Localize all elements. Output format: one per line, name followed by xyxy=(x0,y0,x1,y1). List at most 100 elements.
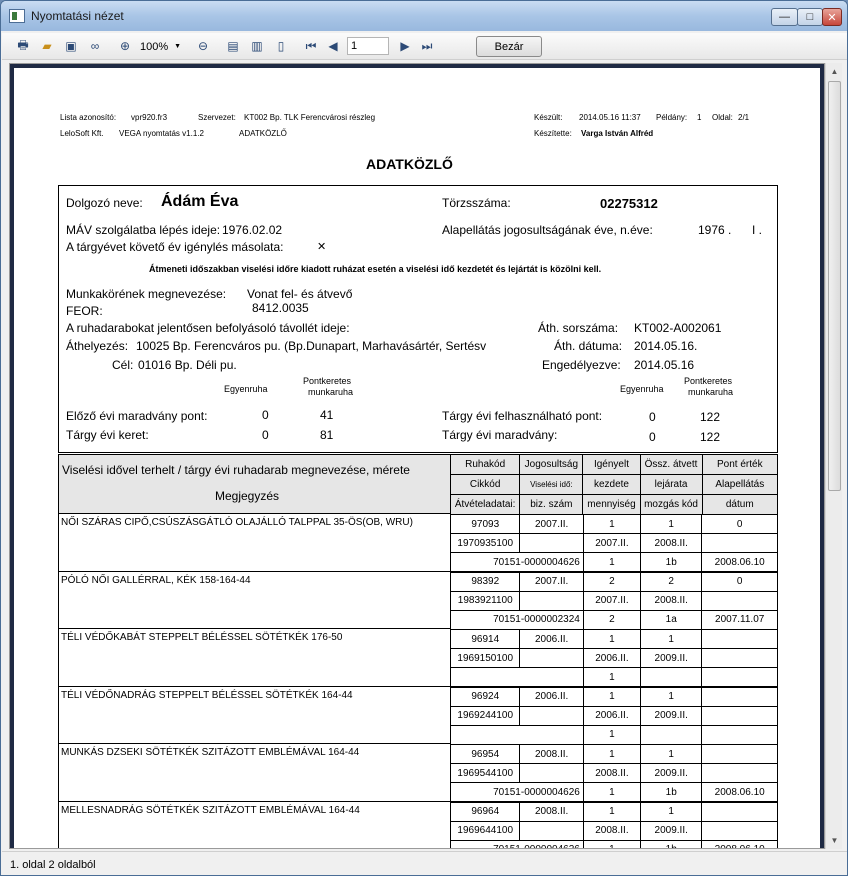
item-cell-pts xyxy=(701,801,778,822)
head-cell: kezdete xyxy=(582,474,641,495)
doc-cell xyxy=(450,667,584,687)
item-cell-code: 96924 xyxy=(449,686,521,707)
first-page-icon: ⏮ xyxy=(305,38,317,53)
item-cell-req: 2 xyxy=(582,571,642,592)
scroll-up-button[interactable]: ▲ xyxy=(826,63,843,80)
item-cell-right: 2008.II. xyxy=(519,801,584,822)
table-row: 70151-000000462611b2008.06.10 xyxy=(450,552,778,572)
target: 01016 Bp. Déli pu. xyxy=(138,358,237,372)
window-title: Nyomtatási nézet xyxy=(31,9,124,23)
item-name: MELLESNADRÁG SÖTÉTKÉK SZITÁZOTT EMBLÉMÁV… xyxy=(61,804,360,816)
head-cell: Össz. átvett xyxy=(639,454,703,475)
head-cell: Viselési idő: xyxy=(519,474,584,495)
mav-label: MÁV szolgálatba lépés ideje: xyxy=(66,223,221,237)
table-row: 96924 2006.II. 1 1 xyxy=(449,686,778,707)
employee-name: Ádám Éva xyxy=(161,193,239,210)
item-cell-start: 2007.II. xyxy=(582,533,642,553)
item-table: 97093 2007.II. 1 1 0 1970935100 2007.II. 2008.I… xyxy=(449,514,778,572)
open-button[interactable]: ▰ xyxy=(38,37,56,55)
next-page-button[interactable]: ▶ xyxy=(396,37,414,55)
title-bar[interactable]: Nyomtatási nézet xyxy=(1,1,847,31)
maximize-button[interactable]: □ xyxy=(797,8,823,26)
frame-w: 81 xyxy=(320,428,334,442)
name-label: Dolgozó neve: xyxy=(66,196,143,210)
head-cell: Igényelt xyxy=(582,454,641,475)
mav-date: 1976.02.02 xyxy=(222,223,283,237)
zoom-out-icon: ⊖ xyxy=(197,39,209,53)
table-row: 96914 2006.II. 1 1 xyxy=(449,629,778,649)
print-button[interactable]: 🖶 xyxy=(14,37,32,55)
item-cell-date: 2008.06.10 xyxy=(701,782,778,802)
preview-viewport[interactable]: Lista azonosító: vpr920.fr3 Szervezet: K… xyxy=(9,63,825,849)
table-row: 70151-000000462611b2008.06.10 xyxy=(450,782,778,802)
last-page-button[interactable]: ⏭ xyxy=(418,37,436,55)
item-cell-art: 1969244100 xyxy=(449,705,521,726)
item-cell-end: 2009.II. xyxy=(640,648,703,668)
zoom-in-button[interactable]: ⊕ xyxy=(116,37,134,55)
table-row: 1969150100 2006.II. 2009.II. xyxy=(449,648,778,668)
close-icon: ✕ xyxy=(827,11,837,24)
frame-label: Tárgy évi keret: xyxy=(66,428,149,442)
head-cell: Ruhakód xyxy=(449,454,521,475)
approved: 2014.05.16 xyxy=(634,358,695,372)
item-cell-art: 1969544100 xyxy=(449,763,521,783)
item-cell-start: 2006.II. xyxy=(582,648,642,668)
basic-label: Alapellátás jogosultságának éve, n.éve: xyxy=(442,223,653,237)
item-cell-right: 2006.II. xyxy=(519,629,584,649)
item-table: 96964 2008.II. 1 1 1969644100 2008.II. 2009.II… xyxy=(449,801,778,848)
one-page-button[interactable]: ▤ xyxy=(224,37,242,55)
table-row: 96954 2008.II. 1 1 xyxy=(449,744,778,764)
item-table: 96954 2008.II. 1 1 1969544100 2008.II. 2009.II… xyxy=(449,744,778,802)
item-name-cell: MELLESNADRÁG SÖTÉTKÉK SZITÁZOTT EMBLÉMÁV… xyxy=(58,801,451,848)
page-label: Oldal: xyxy=(712,113,733,122)
printer-icon: 🖶 xyxy=(17,37,29,52)
head-cell: Átvételadatai: xyxy=(449,494,521,515)
find-button[interactable]: ∞ xyxy=(86,37,104,55)
table-row: 1969644100 2008.II. 2009.II. xyxy=(449,820,778,841)
item-cell-start: 2007.II. xyxy=(582,590,642,611)
close-preview-button[interactable]: Bezár xyxy=(476,36,542,57)
prev-page-button[interactable]: ◀ xyxy=(324,37,342,55)
item-cell-req: 1 xyxy=(582,744,642,764)
status-text: 1. oldal 2 oldalból xyxy=(10,859,96,871)
item-cell-date: 2007.11.07 xyxy=(701,609,778,630)
target-label: Cél: xyxy=(112,358,134,372)
minimize-button[interactable]: — xyxy=(771,8,798,26)
item-cell-move: 1b xyxy=(640,552,703,572)
maximize-icon: □ xyxy=(806,11,814,23)
note: Átmeneti időszakban viselési időre kiado… xyxy=(149,264,602,274)
item-name: NŐI SZÁRAS CIPŐ,CSÚSZÁSGÁTLÓ OLAJÁLLÓ TA… xyxy=(61,517,413,528)
item-cell-right: 2007.II. xyxy=(519,514,584,534)
zoom-select[interactable]: 100% ▼ xyxy=(140,38,188,55)
job: Vonat fel- és átvevő xyxy=(247,287,353,301)
scroll-down-button[interactable]: ▼ xyxy=(826,832,843,849)
org-label: Szervezet: xyxy=(198,113,236,122)
company: LeloSoft Kft. xyxy=(60,129,104,138)
frame-u: 0 xyxy=(262,428,269,442)
basic-n: I . xyxy=(752,223,763,237)
item-cell-start: 2008.II. xyxy=(582,763,642,783)
item-name-cell: TÉLI VÉDŐKABÁT STEPPELT BÉLÉSSEL SÖTÉTKÉ… xyxy=(58,629,451,687)
item-cell xyxy=(519,533,584,553)
table-row: 1970935100 2007.II. 2008.II. xyxy=(449,533,778,553)
item-cell-art: 1970935100 xyxy=(449,533,521,553)
list-id: vpr920.fr3 xyxy=(131,113,168,122)
item-name-cell: PÓLÓ NŐI GALLÉRRAL, KÉK 158-164-44 xyxy=(58,571,451,629)
table-row: 1969544100 2008.II. 2009.II. xyxy=(449,763,778,783)
item-cell-qty: 1 xyxy=(582,839,642,848)
page-number-input[interactable]: 1 xyxy=(347,37,389,55)
zoom-out-button[interactable]: ⊖ xyxy=(194,37,212,55)
col-work-2: munkaruha xyxy=(688,387,734,397)
item-cell-move: 1b xyxy=(640,839,703,848)
vertical-scrollbar[interactable]: ▲ ▼ xyxy=(825,63,842,849)
item-cell-move: 1a xyxy=(640,609,703,630)
first-page-button[interactable]: ⏮ xyxy=(302,37,320,55)
item-cell-art: 1969644100 xyxy=(449,820,521,841)
minimize-icon: — xyxy=(779,11,790,23)
doc-cell xyxy=(450,724,584,745)
page-width-button[interactable]: ▥ xyxy=(248,37,266,55)
save-button[interactable]: ▣ xyxy=(62,37,80,55)
scroll-thumb[interactable] xyxy=(828,81,841,491)
book-view-button[interactable]: ▯ xyxy=(272,37,290,55)
close-window-button[interactable]: ✕ xyxy=(822,8,842,26)
